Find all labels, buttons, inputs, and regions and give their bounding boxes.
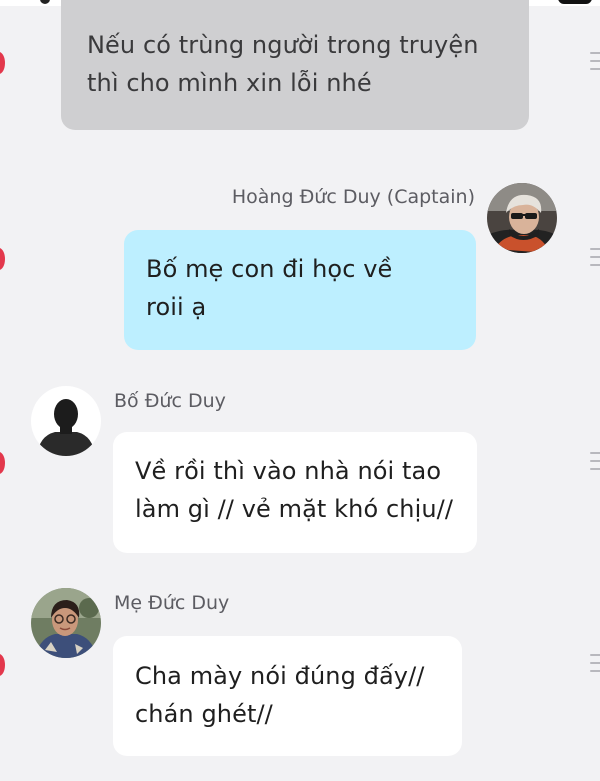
battery-icon <box>558 0 592 4</box>
reorder-handle-icon[interactable] <box>590 52 600 76</box>
silhouette-avatar-icon[interactable] <box>31 386 101 456</box>
message-line: Cha mày nói đúng đấy// <box>135 662 425 690</box>
sender-name: Bố Đức Duy <box>114 390 226 412</box>
reorder-handle-icon[interactable] <box>590 654 600 678</box>
reorder-handle-icon[interactable] <box>590 248 600 272</box>
message-line: làm gì // vẻ mặt khó chịu// <box>135 495 454 523</box>
incoming-message-bubble[interactable]: Cha mày nói đúng đấy// chán ghét// <box>113 636 462 756</box>
message-line: chán ghét// <box>135 700 273 728</box>
message-line: roii ạ <box>146 293 207 321</box>
message-line: Bố mẹ con đi học về <box>146 255 393 283</box>
male-avatar-sunglasses-icon[interactable] <box>487 183 557 253</box>
unread-marker <box>0 452 5 474</box>
message-line: thì cho mình xin lỗi nhé <box>87 69 372 97</box>
status-icon <box>40 0 50 4</box>
reorder-handle-icon[interactable] <box>590 452 600 476</box>
sender-name: Mẹ Đức Duy <box>114 592 230 614</box>
female-avatar-glasses-icon[interactable] <box>31 588 101 658</box>
own-message-bubble[interactable]: Bố mẹ con đi học về roii ạ <box>124 230 476 350</box>
sender-name: Hoàng Đức Duy (Captain) <box>231 186 475 208</box>
unread-marker <box>0 654 5 676</box>
message-line: Về rồi thì vào nhà nói tao <box>135 457 442 485</box>
system-message-bubble[interactable]: Nếu có trùng người trong truyện thì cho … <box>61 0 529 130</box>
unread-marker <box>0 248 5 270</box>
unread-marker <box>0 52 5 74</box>
incoming-message-bubble[interactable]: Về rồi thì vào nhà nói tao làm gì // vẻ … <box>113 432 477 553</box>
message-line: Nếu có trùng người trong truyện <box>87 31 479 59</box>
